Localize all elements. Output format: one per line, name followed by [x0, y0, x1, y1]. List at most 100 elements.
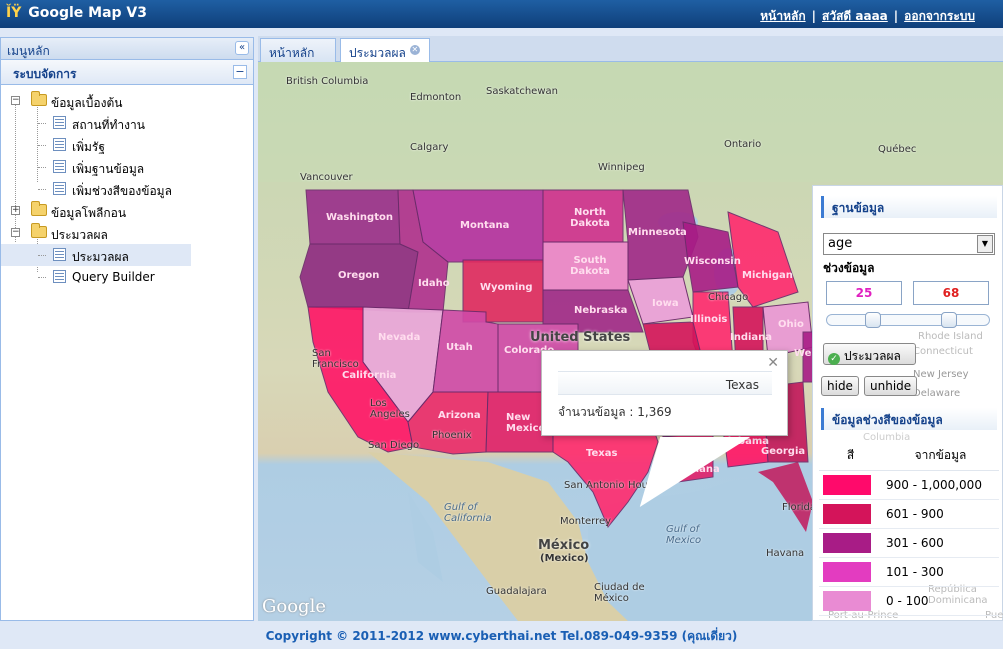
tree-item-label: ประมวลผล	[72, 250, 129, 264]
tree-item-label: สถานที่ทำงาน	[72, 118, 145, 132]
home-link[interactable]: หน้าหลัก	[760, 9, 805, 23]
state-label: Montana	[460, 220, 510, 231]
map-info-window: ✕ Texas จำนวนข้อมูล : 1,369	[541, 350, 788, 507]
close-tab-icon[interactable]: ✕	[409, 45, 420, 55]
range-slider[interactable]	[826, 312, 990, 328]
state-label: Ohio	[778, 319, 804, 330]
range-min-field[interactable]: 25	[826, 281, 902, 305]
tree-item-add-color-range[interactable]: เพิ่มช่วงสีของข้อมูล	[1, 178, 253, 200]
state-label: South Dakota	[570, 255, 610, 277]
state-label: Iowa	[652, 298, 679, 309]
legend-col-color: สี	[819, 442, 883, 471]
state-label: Indiana	[730, 332, 773, 343]
tree-item-label: เพิ่มฐานข้อมูล	[72, 162, 145, 176]
legend-header-row: สี จากข้อมูล	[819, 442, 999, 471]
color-swatch	[823, 474, 871, 495]
tree-item-label: เพิ่มช่วงสีของข้อมูล	[72, 184, 172, 198]
google-logo[interactable]: Google	[262, 596, 326, 617]
state-label: Michigan	[742, 270, 793, 281]
legend-swatch-cell	[819, 528, 883, 558]
expand-icon[interactable]: +	[11, 206, 20, 215]
tree-folder-polygon[interactable]: + ข้อมูลโพลีกอน	[1, 200, 253, 222]
database-heading: ฐานข้อมูล	[821, 196, 997, 218]
legend-swatch-cell	[819, 586, 883, 616]
map-place-label: New Jersey	[913, 369, 969, 380]
tab-label: หน้าหลัก	[269, 46, 315, 60]
section-title: ระบบจัดการ	[13, 67, 77, 81]
slider-max-handle[interactable]	[941, 312, 957, 328]
tree-item-label: ประมวลผล	[51, 228, 108, 242]
map-place-label: Vancouver	[300, 172, 353, 183]
tree-folder-basic-data[interactable]: − ข้อมูลเบื้องต้น	[1, 90, 253, 112]
user-greeting-link[interactable]: สวัสดี aaaa	[822, 9, 888, 23]
state-label: Nebraska	[574, 305, 628, 316]
map-place-label: British Columbia	[286, 76, 369, 87]
state-label: Wisconsin	[684, 256, 741, 267]
map-place-label: Chicago	[708, 292, 749, 303]
map-place-label: Guadalajara	[486, 586, 547, 597]
map-place-label: Los Angeles	[370, 398, 410, 420]
legend-range: 0 - 100	[882, 586, 999, 616]
unhide-button[interactable]: unhide	[864, 376, 918, 396]
map-place-label: Calgary	[410, 142, 449, 153]
process-button[interactable]: ✓ ประมวลผล	[823, 343, 916, 365]
tree-item-label: Query Builder	[72, 270, 155, 284]
slider-min-handle[interactable]	[865, 312, 881, 328]
folder-icon	[31, 201, 47, 216]
map-place-label: Rhode Island	[918, 331, 983, 342]
tree-item-process[interactable]: ประมวลผล	[1, 244, 191, 266]
tree-item-query-builder[interactable]: Query Builder	[1, 266, 253, 288]
tab-bar: หน้าหลัก ประมวลผล ✕	[258, 36, 1003, 63]
section-header[interactable]: ระบบจัดการ −	[1, 60, 253, 85]
state-label: Arizona	[438, 410, 481, 421]
state-label: Texas	[586, 448, 618, 459]
legend-heading-text: ข้อมูลช่วงสีของข้อมูล	[832, 413, 943, 427]
tree-item-label: ข้อมูลเบื้องต้น	[51, 96, 123, 110]
collapse-sidebar-button[interactable]: «	[235, 41, 249, 55]
map-place-label: Ontario	[724, 139, 762, 150]
tree-item-add-state[interactable]: เพิ่มรัฐ	[1, 134, 253, 156]
map-place-label: Florida	[782, 502, 817, 513]
map-place-label: Connecticut	[913, 346, 973, 357]
state-label: Utah	[446, 342, 473, 353]
state-label: Minnesota	[628, 227, 687, 238]
legend-swatch-cell	[819, 470, 883, 500]
collapse-icon[interactable]: −	[11, 96, 20, 105]
table-icon	[53, 182, 66, 195]
folder-icon	[31, 223, 47, 238]
map-place-label: Saskatchewan	[486, 86, 558, 97]
tree-item-label: เพิ่มรัฐ	[72, 140, 105, 154]
range-label: ช่วงข้อมูล	[823, 261, 875, 275]
legend-swatch-cell	[819, 557, 883, 587]
tree-item-add-database[interactable]: เพิ่มฐานข้อมูล	[1, 156, 253, 178]
hide-button[interactable]: hide	[821, 376, 859, 396]
table-icon	[53, 138, 66, 151]
chevron-down-icon[interactable]: ▼	[977, 235, 993, 253]
tab-home[interactable]: หน้าหลัก	[260, 38, 336, 62]
footer-copyright: Copyright © 2011-2012 www.cyberthai.net …	[265, 629, 738, 643]
map-place-label: Delaware	[913, 388, 961, 399]
map-place-label: Gulf of California	[444, 502, 492, 524]
map-place-label: Phoenix	[432, 430, 472, 441]
info-record-count: จำนวนข้อมูล : 1,369	[558, 405, 672, 419]
close-icon[interactable]: ✕	[767, 355, 779, 371]
color-swatch	[823, 532, 871, 553]
sidebar-title: เมนูหลัก	[7, 44, 50, 58]
tree-item-workplace[interactable]: สถานที่ทำงาน	[1, 112, 253, 134]
range-max-field[interactable]: 68	[913, 281, 989, 305]
tree-item-label: ข้อมูลโพลีกอน	[51, 206, 127, 220]
logout-link[interactable]: ออกจากระบบ	[904, 9, 975, 23]
table-icon	[53, 248, 66, 261]
legend-range: 301 - 600	[882, 528, 999, 558]
tree-folder-process[interactable]: − ประมวลผล	[1, 222, 253, 244]
state-label: Nevada	[378, 332, 421, 343]
legend-col-range: จากข้อมูล	[882, 442, 999, 471]
database-heading-text: ฐานข้อมูล	[832, 201, 885, 215]
database-select[interactable]: age ▼	[823, 233, 995, 255]
table-icon	[53, 116, 66, 129]
tab-process[interactable]: ประมวลผล ✕	[340, 38, 430, 63]
color-swatch	[823, 590, 871, 611]
section-collapse-icon[interactable]: −	[233, 65, 247, 79]
control-panel: Rhode Island Connecticut New Jersey Dela…	[812, 185, 1003, 621]
collapse-icon[interactable]: −	[11, 228, 20, 237]
